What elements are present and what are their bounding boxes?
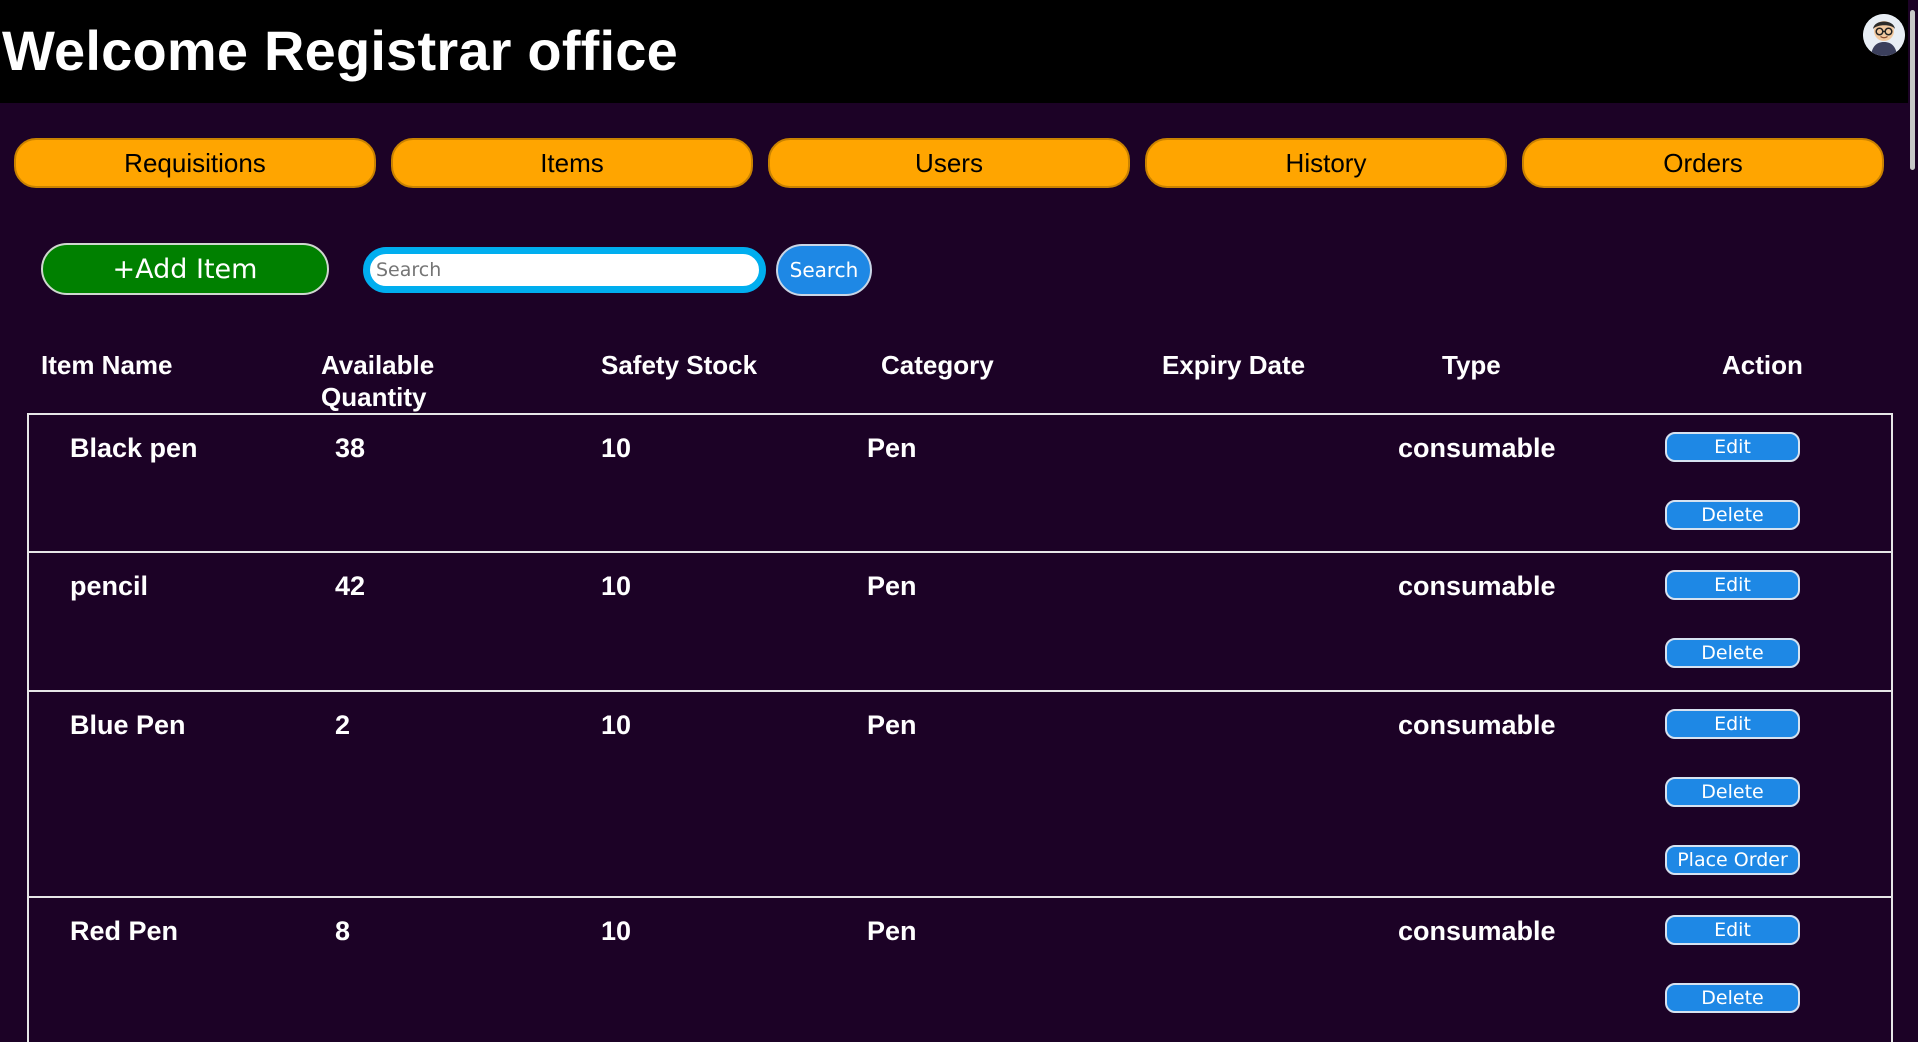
row-divider bbox=[27, 690, 1893, 692]
cell-category: Pen bbox=[867, 916, 917, 946]
column-header-available-quantity: Available Quantity bbox=[321, 350, 435, 412]
row-divider bbox=[27, 896, 1893, 898]
column-header-item-name: Item Name bbox=[41, 350, 173, 380]
column-header-expiry-date: Expiry Date bbox=[1162, 350, 1306, 380]
cell-category: Pen bbox=[867, 571, 917, 601]
edit-button[interactable]: Edit bbox=[1665, 915, 1800, 945]
cell-available-quantity: 42 bbox=[335, 571, 366, 601]
cell-available-quantity: 38 bbox=[335, 433, 366, 463]
items-table bbox=[27, 413, 1893, 1042]
column-header-safety-stock: Safety Stock bbox=[601, 350, 758, 380]
delete-button[interactable]: Delete bbox=[1665, 500, 1800, 530]
cell-item-name: Red Pen bbox=[70, 916, 179, 946]
cell-safety-stock: 10 bbox=[601, 916, 632, 946]
delete-button[interactable]: Delete bbox=[1665, 638, 1800, 668]
cell-type: consumable bbox=[1398, 916, 1556, 946]
cell-available-quantity: 2 bbox=[335, 710, 351, 740]
delete-button[interactable]: Delete bbox=[1665, 983, 1800, 1013]
page-title: Welcome Registrar office bbox=[2, 19, 678, 82]
cell-safety-stock: 10 bbox=[601, 433, 632, 463]
nav-orders-button[interactable]: Orders bbox=[1522, 138, 1884, 188]
edit-button[interactable]: Edit bbox=[1665, 709, 1800, 739]
cell-type: consumable bbox=[1398, 433, 1556, 463]
column-header-category: Category bbox=[881, 350, 994, 380]
edit-button[interactable]: Edit bbox=[1665, 570, 1800, 600]
cell-category: Pen bbox=[867, 710, 917, 740]
nav-users-button[interactable]: Users bbox=[768, 138, 1130, 188]
cell-type: consumable bbox=[1398, 710, 1556, 740]
search-input[interactable] bbox=[363, 247, 766, 293]
top-header: Welcome Registrar office bbox=[0, 0, 1918, 103]
add-item-button[interactable]: +Add Item bbox=[41, 243, 329, 295]
nav-history-button[interactable]: History bbox=[1145, 138, 1507, 188]
place-order-button[interactable]: Place Order bbox=[1665, 845, 1800, 875]
nav-requisitions-button[interactable]: Requisitions bbox=[14, 138, 376, 188]
cell-category: Pen bbox=[867, 433, 917, 463]
column-header-type: Type bbox=[1442, 350, 1501, 380]
search-button[interactable]: Search bbox=[776, 244, 872, 296]
column-header-action: Action bbox=[1722, 350, 1803, 380]
edit-button[interactable]: Edit bbox=[1665, 432, 1800, 462]
delete-button[interactable]: Delete bbox=[1665, 777, 1800, 807]
user-avatar-icon[interactable] bbox=[1863, 14, 1905, 56]
row-divider bbox=[27, 551, 1893, 553]
cell-item-name: pencil bbox=[70, 571, 149, 601]
row-divider bbox=[27, 413, 1893, 415]
cell-type: consumable bbox=[1398, 571, 1556, 601]
scrollbar-thumb[interactable] bbox=[1910, 10, 1915, 170]
page-scrollbar[interactable] bbox=[1908, 0, 1918, 1042]
cell-item-name: Black pen bbox=[70, 433, 198, 463]
cell-safety-stock: 10 bbox=[601, 571, 632, 601]
nav-items-button[interactable]: Items bbox=[391, 138, 753, 188]
cell-available-quantity: 8 bbox=[335, 916, 351, 946]
cell-safety-stock: 10 bbox=[601, 710, 632, 740]
cell-item-name: Blue Pen bbox=[70, 710, 186, 740]
